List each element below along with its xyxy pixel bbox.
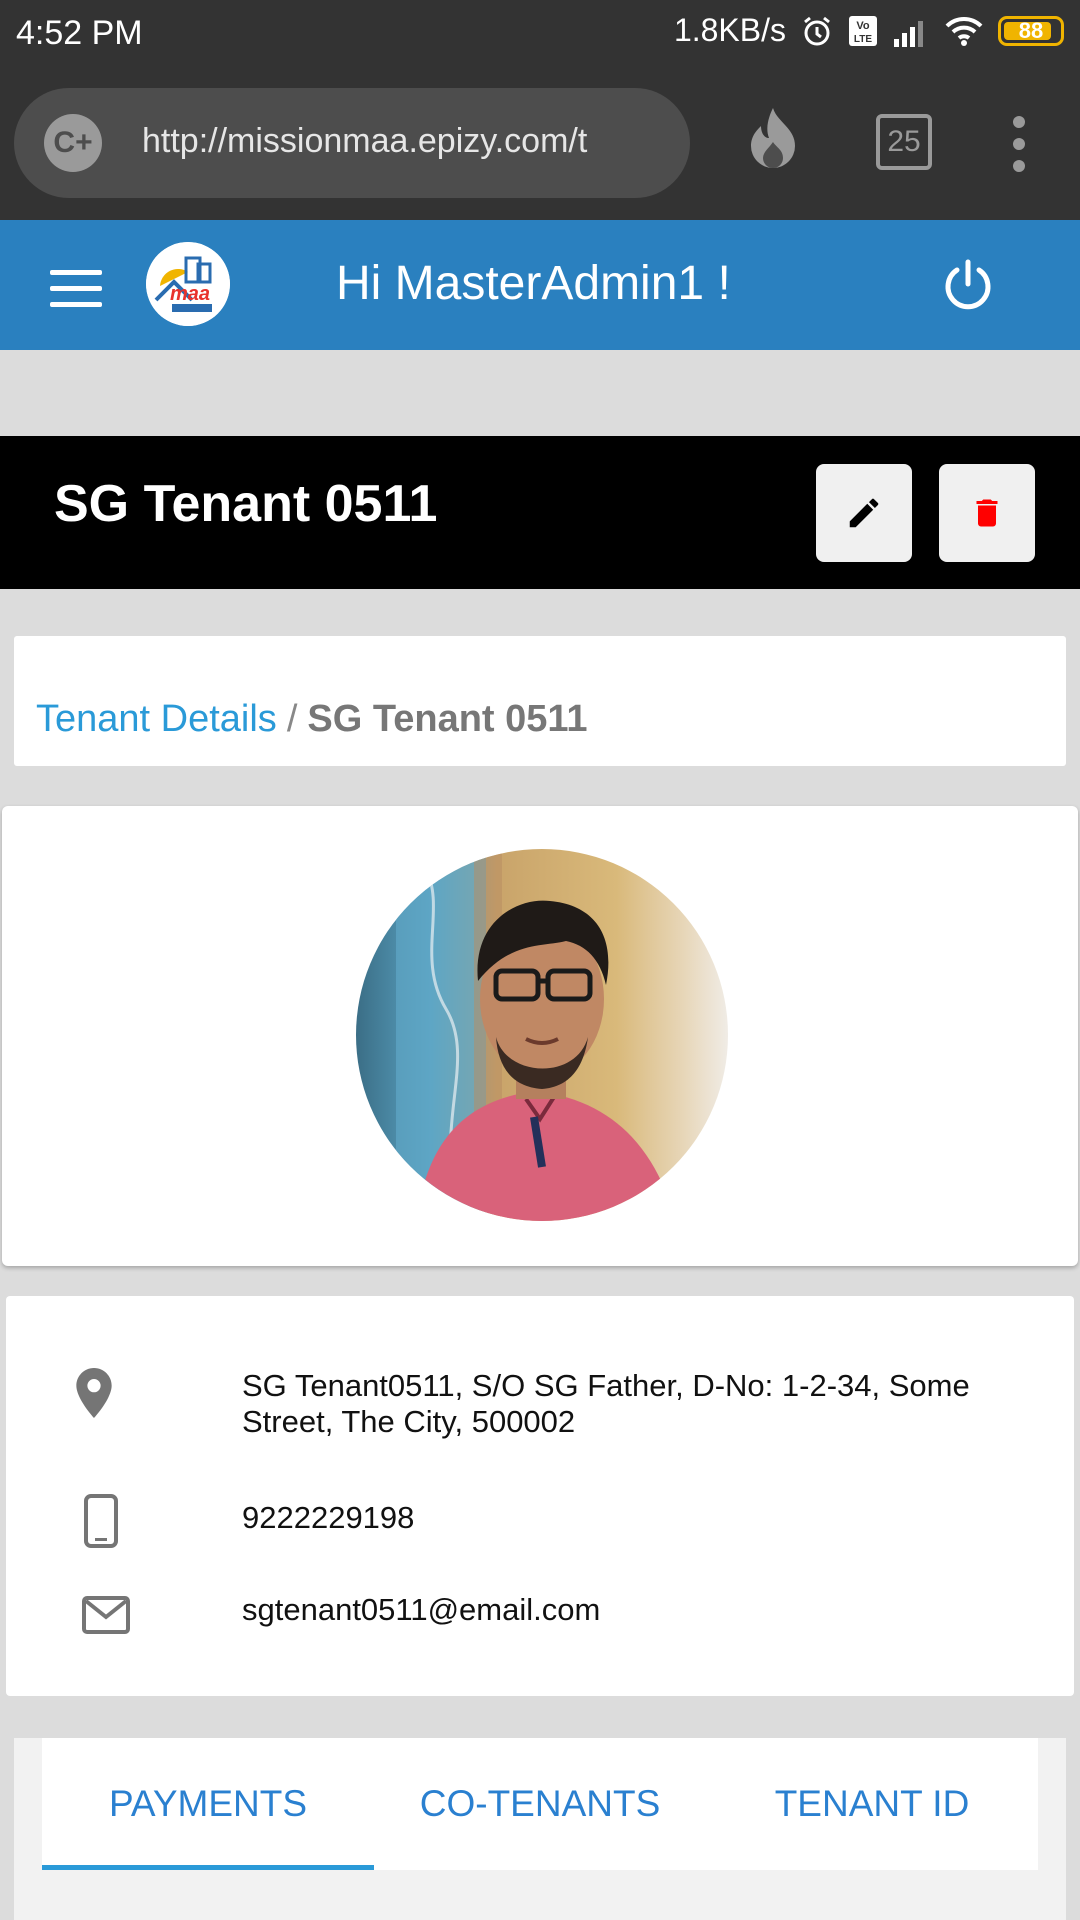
mail-icon xyxy=(82,1596,130,1639)
tab-co-tenants[interactable]: CO-TENANTS xyxy=(374,1738,706,1870)
greeting-title: Hi MasterAdmin1 ! xyxy=(336,257,731,310)
app-header: maa Hi MasterAdmin1 ! xyxy=(0,220,1080,350)
tab-tenant-id[interactable]: TENANT ID xyxy=(706,1738,1038,1870)
avatar xyxy=(356,849,728,1221)
tenant-title-bar: SG Tenant 0511 xyxy=(0,436,1080,589)
tabs-container: PAYMENTS CO-TENANTS TENANT ID xyxy=(14,1738,1066,1920)
delete-button[interactable] xyxy=(939,464,1035,562)
tabs-icon[interactable]: 25 xyxy=(876,114,932,170)
pencil-icon xyxy=(849,498,879,528)
active-tab-indicator xyxy=(42,1865,374,1870)
power-icon[interactable] xyxy=(940,258,996,319)
status-icons: 1.8KB/s Vo LTE 88 xyxy=(674,12,1064,49)
svg-text:maa: maa xyxy=(170,283,210,305)
contact-details-card: SG Tenant0511, S/O SG Father, D-No: 1-2-… xyxy=(6,1296,1074,1696)
svg-text:Vo: Vo xyxy=(856,20,870,32)
tab-payments[interactable]: PAYMENTS xyxy=(42,1738,374,1870)
location-pin-icon xyxy=(76,1368,112,1423)
page-title: SG Tenant 0511 xyxy=(54,475,438,533)
trash-icon xyxy=(976,499,998,527)
status-time: 4:52 PM xyxy=(16,14,143,52)
browser-toolbar: C+ http://missionmaa.epizy.com/t 25 xyxy=(0,66,1080,220)
menu-dots-icon[interactable] xyxy=(1010,116,1028,182)
breadcrumb-card: Tenant Details / SG Tenant 0511 xyxy=(14,636,1066,766)
battery-level: 88 xyxy=(1018,17,1044,43)
svg-text:LTE: LTE xyxy=(854,34,872,45)
profile-photo-card xyxy=(2,806,1078,1266)
battery-icon: 88 xyxy=(998,15,1064,46)
edit-button[interactable] xyxy=(816,464,912,562)
flame-icon[interactable] xyxy=(746,106,800,177)
alarm-icon xyxy=(800,14,834,48)
breadcrumb-link-tenant-details[interactable]: Tenant Details xyxy=(36,698,277,740)
site-icon[interactable]: C+ xyxy=(44,114,102,172)
address-text: SG Tenant0511, S/O SG Father, D-No: 1-2-… xyxy=(242,1368,970,1439)
breadcrumb-separator: / xyxy=(286,698,298,740)
wifi-icon xyxy=(944,15,984,47)
breadcrumb-current: SG Tenant 0511 xyxy=(307,698,588,740)
mobile-phone-icon xyxy=(84,1494,118,1553)
breadcrumb: Tenant Details / SG Tenant 0511 xyxy=(36,698,588,741)
status-bar: 4:52 PM 1.8KB/s Vo LTE 88 xyxy=(0,0,1080,66)
logo[interactable]: maa xyxy=(146,242,230,326)
tab-bar: PAYMENTS CO-TENANTS TENANT ID xyxy=(42,1738,1038,1870)
hamburger-icon[interactable] xyxy=(50,270,102,318)
signal-icon xyxy=(892,15,930,47)
email-text[interactable]: sgtenant0511@email.com xyxy=(242,1592,1032,1628)
network-speed: 1.8KB/s xyxy=(673,12,786,48)
volte-icon: Vo LTE xyxy=(848,15,878,47)
url-text[interactable]: http://missionmaa.epizy.com/t xyxy=(142,122,672,161)
phone-text[interactable]: 9222229198 xyxy=(242,1500,1032,1536)
address-bar[interactable]: C+ http://missionmaa.epizy.com/t xyxy=(14,88,690,198)
